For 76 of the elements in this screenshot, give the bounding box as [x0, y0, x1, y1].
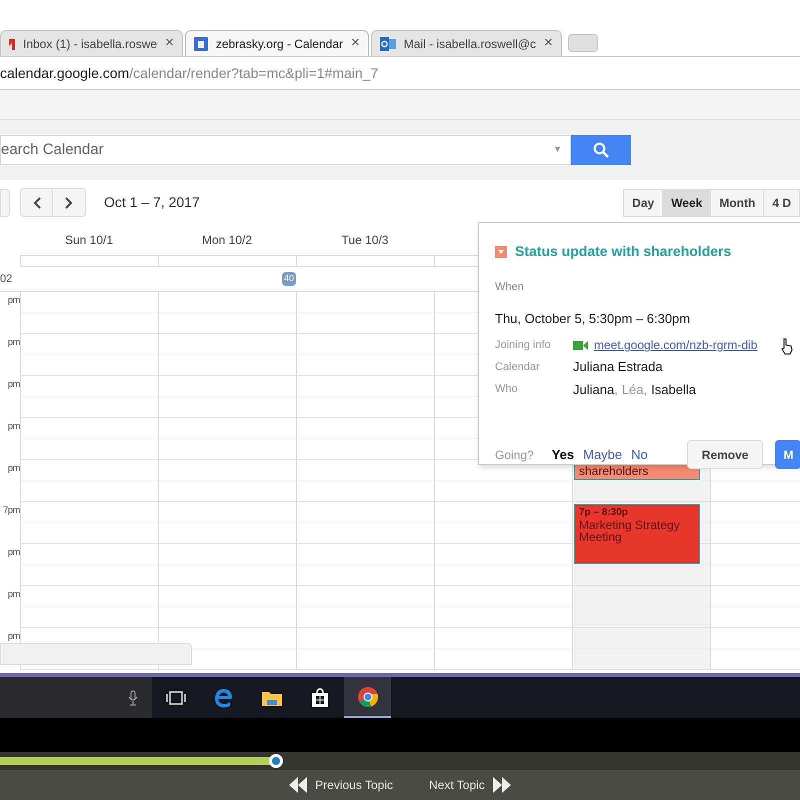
chrome-icon: [356, 686, 378, 708]
week-badge: 40: [282, 272, 296, 286]
view-button[interactable]: Day: [623, 188, 664, 216]
day-header[interactable]: Tue 10/3: [342, 231, 388, 249]
next-topic-button[interactable]: Next Topic: [429, 776, 511, 794]
day-header[interactable]: Mon 10/2: [202, 231, 252, 249]
view-button[interactable]: Month: [710, 188, 764, 216]
guest-name: Isabella: [651, 380, 696, 398]
browser-e-icon[interactable]: [214, 688, 234, 708]
remove-button[interactable]: Remove: [686, 440, 764, 469]
tab-title: Inbox (1) - isabella.roswe: [23, 36, 158, 52]
field-label: Who: [495, 382, 519, 397]
search-button[interactable]: [571, 135, 631, 165]
taskbar-app-button[interactable]: [344, 677, 391, 718]
day-header[interactable]: Sun 10/1: [64, 231, 114, 249]
hand-cursor-icon: [781, 338, 793, 355]
tab-title: zebrasky.org - Calendar: [216, 36, 343, 52]
guest-name: Juliana,: [573, 380, 618, 398]
browser-tab[interactable]: Mail - isabella.roswell@c ×: [370, 30, 562, 56]
browser-tab[interactable]: zebrasky.org - Calendar ×: [184, 30, 369, 56]
view-button[interactable]: 4 D: [763, 188, 800, 216]
previous-button[interactable]: [20, 188, 53, 217]
date-range: Oct 1 – 7, 2017: [104, 193, 200, 212]
field-label: Calendar: [495, 360, 541, 374]
hour-label: pm: [8, 336, 20, 350]
hour-label: pm: [8, 546, 20, 560]
view-button[interactable]: Week: [662, 188, 712, 216]
next-button[interactable]: [53, 188, 86, 217]
address-bar[interactable]: calendar.google.com/calendar/render?tab=mc&pli=1#main_7: [0, 62, 378, 84]
chevron-right-icon: [65, 196, 73, 208]
hour-label: pm: [8, 588, 20, 602]
search-icon: [593, 142, 609, 158]
chevron-left-icon: [32, 196, 40, 208]
close-icon[interactable]: ×: [544, 32, 553, 55]
rewind-icon: [289, 777, 308, 793]
previous-topic-button[interactable]: Previous Topic: [289, 776, 393, 794]
hour-label: pm: [8, 294, 20, 308]
hour-label: pm: [8, 420, 20, 434]
all-day-cell[interactable]: [296, 255, 434, 267]
close-icon[interactable]: ×: [165, 32, 174, 55]
event-color-dropdown[interactable]: [495, 246, 507, 258]
all-day-cell[interactable]: [158, 255, 296, 267]
tab-title: Mail - isabella.roswell@c: [404, 36, 536, 52]
mail-icon: [9, 38, 15, 50]
browser-tab[interactable]: Inbox (1) - isabella.roswe ×: [0, 30, 183, 56]
rsvp-option[interactable]: Yes: [552, 444, 574, 464]
field-label: Joining info: [495, 338, 552, 353]
event-title: Status update with shareholders: [515, 242, 732, 261]
event-time: 7p – 8:30p: [579, 507, 629, 519]
going-label: Going?: [495, 446, 534, 464]
hour-label: pm: [8, 630, 20, 644]
close-icon[interactable]: ×: [351, 32, 360, 55]
hour-label: pm: [8, 378, 20, 392]
progress-track[interactable]: [0, 752, 800, 770]
fast-forward-icon: [492, 777, 511, 793]
calendar-name: Juliana Estrada: [573, 358, 663, 376]
video-camera-icon: [573, 340, 588, 350]
guest-name: Léa,: [622, 380, 648, 398]
hour-label: pm: [8, 462, 20, 476]
task-view-icon[interactable]: [166, 690, 186, 704]
calendar-icon: [194, 36, 208, 50]
progress-thumb[interactable]: [269, 754, 283, 768]
hour-label: 7pm: [2, 504, 20, 518]
all-day-cell[interactable]: [20, 255, 158, 267]
event-title: Marketing Strategy Meeting: [579, 519, 681, 543]
week-number: 02: [0, 272, 14, 287]
folder-icon[interactable]: [262, 690, 282, 706]
primary-button[interactable]: M: [775, 440, 800, 469]
store-bag-icon[interactable]: [311, 688, 329, 708]
caret-icon: [498, 250, 504, 254]
event-time: Thu, October 5, 5:30pm – 6:30pm: [495, 310, 692, 328]
event-title: shareholders: [579, 465, 650, 477]
outlook-icon: [380, 36, 396, 50]
microphone-icon[interactable]: [128, 690, 138, 706]
when-label: When: [495, 280, 525, 295]
meeting-link[interactable]: meet.google.com/nzb-rgrm-dib: [594, 336, 758, 354]
